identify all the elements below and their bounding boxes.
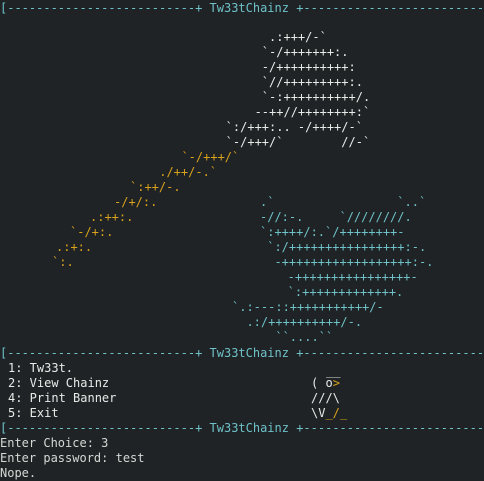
art-cyan-line-6: `:+++++++++++++. <box>266 285 404 299</box>
menu-item-tweet: 1: Tw33t. <box>8 361 74 375</box>
menu-item-view-chainz: 2: View Chainz <box>8 376 110 390</box>
footer-banner: [--------------------------+ Tw33tChainz… <box>0 421 484 435</box>
art-cyan-line-5: -++++++++++++++++- <box>266 270 418 284</box>
art-white-line-6: `:/+++:.. -/++++/-` <box>204 120 363 134</box>
choice-prompt: Enter Choice: 3 <box>0 436 109 450</box>
art-cyan-line-7: `.:---::+++++++++++/- <box>232 300 384 314</box>
art-gold-line-2: `:++/-. <box>130 180 181 194</box>
art-cyan-line-9: ``....`` <box>232 330 334 344</box>
art-cyan-line-3: `:/++++++++++++++++:-. <box>260 240 427 254</box>
bird-beak: > <box>332 376 340 390</box>
art-gold-line-6: .:+:. <box>56 240 93 254</box>
header-banner: [--------------------------+ Tw33tChainz… <box>0 1 484 15</box>
terminal-window: [--------------------------+ Tw33tChainz… <box>0 0 484 481</box>
art-white-line-1: `-/+++++++:. <box>204 45 349 59</box>
response-text: Nope. <box>0 466 37 480</box>
art-gold-line-5: `-/+:. <box>70 225 114 239</box>
art-gold-line-0: `-/+++/` <box>167 150 240 164</box>
bird-feet: _/_ <box>325 406 348 420</box>
art-white-line-0: .:+++/-` <box>204 30 327 44</box>
art-gold-line-1: ./++/-.` <box>152 165 218 179</box>
art-cyan-line-0: .` `..` <box>260 195 427 209</box>
art-cyan-line-1: -//:-. `////////. <box>260 210 412 224</box>
art-white-line-4: `-:++++++++++/. <box>204 90 371 104</box>
art-gold-line-7: `:. <box>52 255 74 269</box>
menu-item-print-banner: 4: Print Banner <box>8 391 117 405</box>
art-white-line-5: --++//++++++++:` <box>204 105 371 119</box>
bird-line-2: ///\ <box>311 391 340 405</box>
menu-item-exit: 5: Exit <box>8 406 59 420</box>
bird-body: ( o <box>311 376 333 390</box>
art-gold-line-4: .:++:. <box>90 210 134 224</box>
art-cyan-line-2: `:++++/:.`/++++++++- <box>260 225 405 239</box>
art-gold-line-3: -/+/:. <box>114 195 158 209</box>
bird-line-3: \V_/_ <box>311 406 348 420</box>
bird-line-1: ( o> <box>311 376 340 391</box>
art-white-line-2: -/++++++++++: <box>204 60 356 74</box>
art-cyan-line-8: .:/++++++++++/-. <box>232 315 363 329</box>
art-cyan-line-4: -++++++++++++++++++:-. <box>260 255 434 269</box>
art-white-line-7: `-/+++/` //-` <box>204 135 371 149</box>
password-prompt: Enter password: test <box>0 451 145 465</box>
menu-banner: [--------------------------+ Tw33tChainz… <box>0 346 484 360</box>
art-white-line-3: `//+++++++++:. <box>204 75 363 89</box>
